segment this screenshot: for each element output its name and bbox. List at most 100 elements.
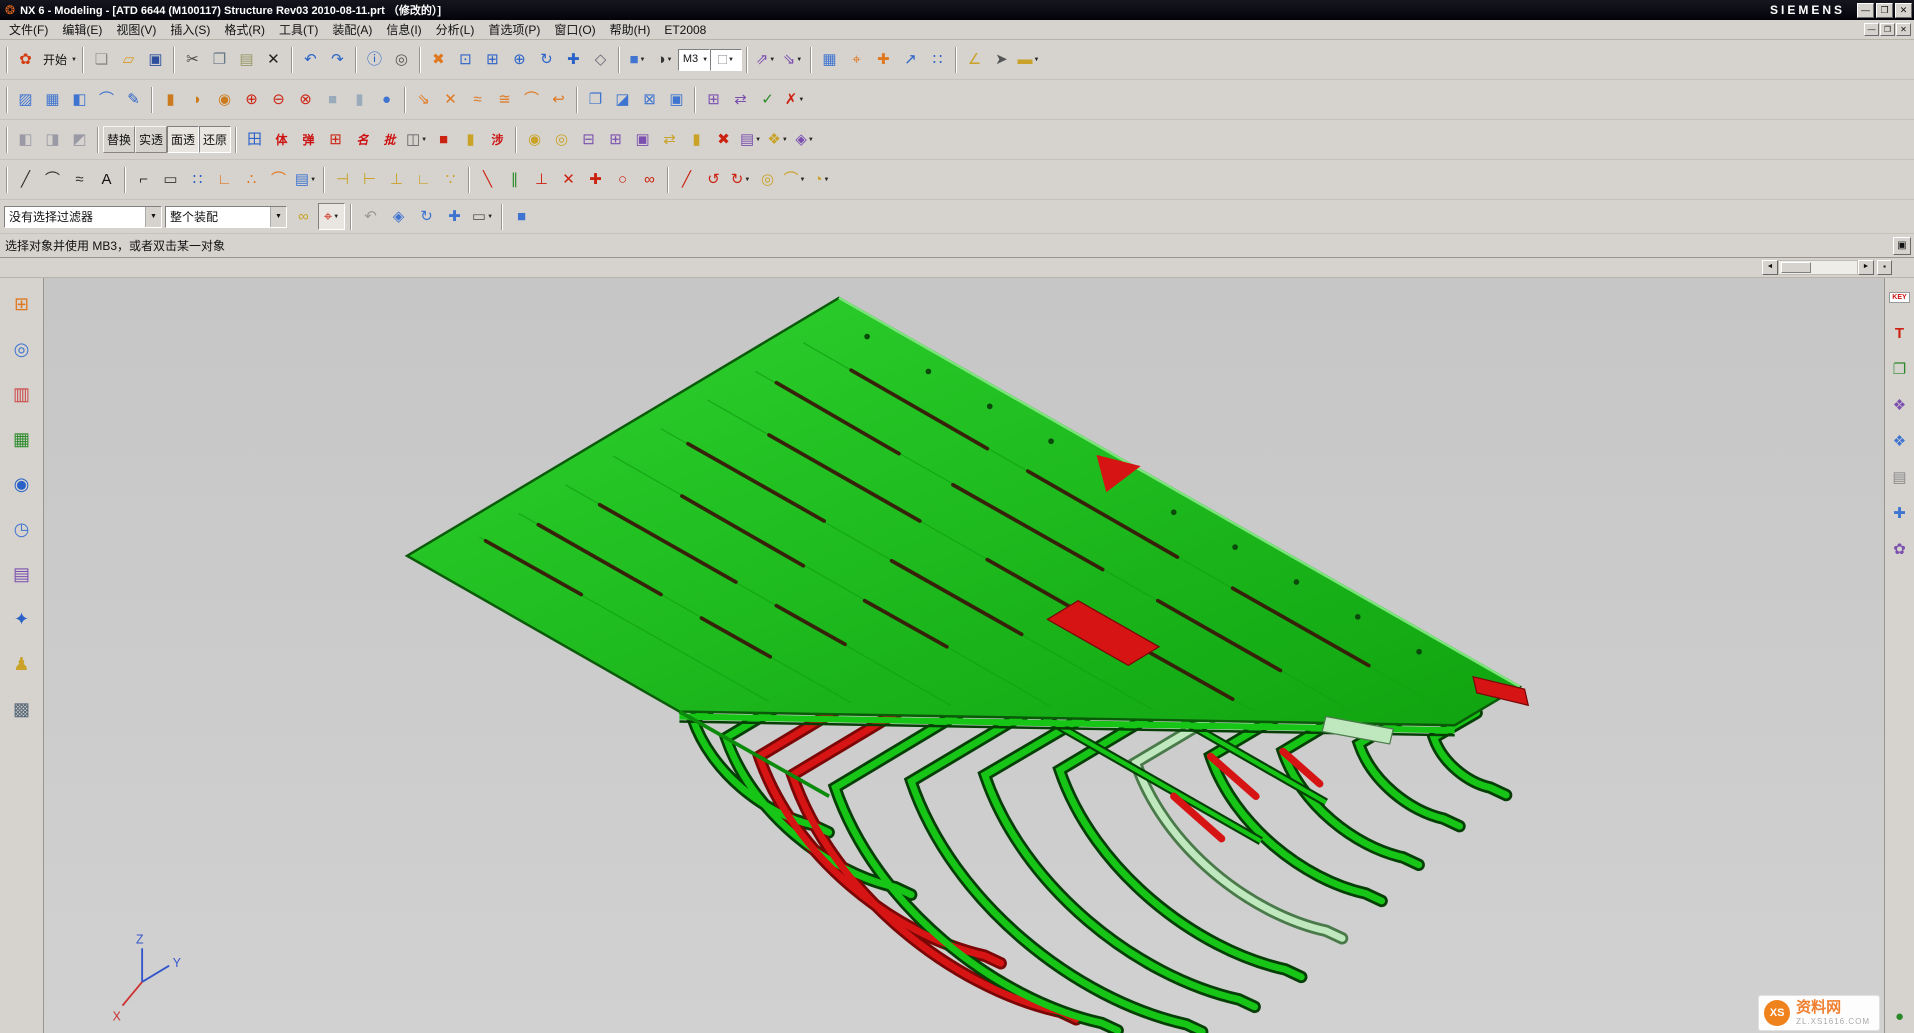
project-curve-button[interactable]: ⇘ bbox=[410, 86, 437, 113]
start-menu-button[interactable]: 开始▼ bbox=[39, 46, 78, 73]
delete-button[interactable]: ✕ bbox=[260, 46, 287, 73]
bridge-curve-button[interactable]: ⌒ bbox=[265, 166, 292, 193]
molecule-purple-icon[interactable]: ❖ bbox=[1888, 394, 1912, 416]
move-object-button[interactable]: ⇗▼ bbox=[752, 46, 779, 73]
mdi-close-button[interactable]: ✕ bbox=[1896, 23, 1911, 36]
freeform-shape-3-button[interactable]: ◩ bbox=[66, 126, 93, 153]
line-button[interactable]: ╱ bbox=[12, 166, 39, 193]
four-point-surface-button[interactable]: ▦ bbox=[39, 86, 66, 113]
web-browser-tab[interactable]: ◉ bbox=[7, 470, 37, 498]
arc-ccw-button[interactable]: ↺ bbox=[700, 166, 727, 193]
interference-button[interactable]: 涉 bbox=[484, 126, 511, 153]
arc-3pt-button[interactable]: ⌒▼ bbox=[781, 166, 808, 193]
scene-background-tab[interactable]: ▩ bbox=[7, 695, 37, 723]
graphics-viewport[interactable]: ZYX XS 资料网 ZL.XS1616.COM bbox=[44, 278, 1884, 1033]
menu-item-window[interactable]: 窗口(O) bbox=[547, 19, 602, 40]
point-constructor-button[interactable]: ∷ bbox=[924, 46, 951, 73]
menu-item-et2008[interactable]: ET2008 bbox=[657, 21, 713, 39]
circle-button[interactable]: ○ bbox=[609, 166, 636, 193]
make-corner-button[interactable]: ⊥ bbox=[383, 166, 410, 193]
menu-item-analysis[interactable]: 分析(L) bbox=[429, 19, 482, 40]
paste-button[interactable]: ▤ bbox=[233, 46, 260, 73]
quick-trim-button[interactable]: ⊣ bbox=[329, 166, 356, 193]
replace-button[interactable]: 替换 bbox=[103, 126, 135, 153]
render-style-button[interactable]: ◑▼ bbox=[651, 46, 678, 73]
selection-back-button[interactable]: ↶ bbox=[357, 203, 384, 230]
view-preset-box[interactable]: M3▼ bbox=[678, 49, 710, 71]
arc-3pt-button-dropdown-arrow-icon[interactable]: ▼ bbox=[800, 177, 806, 183]
tag-button[interactable]: ◫▼ bbox=[403, 126, 430, 153]
document-icon[interactable]: ▤ bbox=[1888, 466, 1912, 488]
cue-scrollbar[interactable]: ◄ ► bbox=[1762, 260, 1874, 275]
open-file-button[interactable]: ▱ bbox=[115, 46, 142, 73]
studio-surface-button[interactable]: ◧ bbox=[66, 86, 93, 113]
part-navigator-tab[interactable]: ▥ bbox=[7, 380, 37, 408]
join-curve-button[interactable]: ⌒ bbox=[518, 86, 545, 113]
arc-button[interactable]: ⌒ bbox=[39, 166, 66, 193]
wave-link-button-dropdown-arrow-icon[interactable]: ▼ bbox=[808, 137, 814, 143]
parallel-line-button[interactable]: ∥ bbox=[501, 166, 528, 193]
save-button[interactable]: ▣ bbox=[142, 46, 169, 73]
line-2pt-button[interactable]: ╲ bbox=[474, 166, 501, 193]
zoom-in-out-button[interactable]: ⊕ bbox=[506, 46, 533, 73]
minimize-button[interactable]: — bbox=[1857, 3, 1874, 18]
group-button-dropdown-arrow-icon[interactable]: ▼ bbox=[310, 177, 316, 183]
template-tool-icon[interactable]: T bbox=[1888, 322, 1912, 344]
selection-filter-arrow-icon[interactable]: ▼ bbox=[145, 207, 161, 227]
revolve-button[interactable]: ◗ bbox=[184, 86, 211, 113]
strip-corner-button[interactable]: ▪ bbox=[1877, 260, 1892, 275]
cut-button[interactable]: ✂ bbox=[179, 46, 206, 73]
marquee-select-button[interactable]: ▭▼ bbox=[469, 203, 496, 230]
rectangle-button[interactable]: ▭ bbox=[157, 166, 184, 193]
menu-item-edit[interactable]: 编辑(E) bbox=[55, 19, 109, 40]
restore-button[interactable]: 还原 bbox=[199, 126, 231, 153]
measure-ruler-button-dropdown-arrow-icon[interactable]: ▼ bbox=[1033, 57, 1039, 63]
pan-view-button[interactable]: ✚ bbox=[560, 46, 587, 73]
tag-button-dropdown-arrow-icon[interactable]: ▼ bbox=[421, 137, 427, 143]
edit-suppress-button[interactable]: ✓ bbox=[754, 86, 781, 113]
double-circle-button[interactable]: ∞ bbox=[636, 166, 663, 193]
solid-transparent-button[interactable]: 实透 bbox=[135, 126, 167, 153]
section-curve-button[interactable]: ≈ bbox=[464, 86, 491, 113]
arc-cw-button-dropdown-arrow-icon[interactable]: ▼ bbox=[744, 177, 750, 183]
block-button[interactable]: ■ bbox=[319, 86, 346, 113]
menu-item-file[interactable]: 文件(F) bbox=[2, 19, 55, 40]
constraint-navigator-tab[interactable]: ◎ bbox=[7, 335, 37, 363]
show-hide-button[interactable]: ✖ bbox=[425, 46, 452, 73]
menu-item-tools[interactable]: 工具(T) bbox=[272, 19, 325, 40]
object-info-button[interactable]: ⓘ bbox=[361, 46, 388, 73]
roles-tab[interactable]: ♟ bbox=[7, 650, 37, 678]
conic-button[interactable]: ◔▼ bbox=[808, 166, 835, 193]
nx-logo-button[interactable]: ✿ bbox=[12, 46, 39, 73]
thicken-button[interactable]: ▣ bbox=[663, 86, 690, 113]
vector-button[interactable]: ↗ bbox=[897, 46, 924, 73]
fit-view-button[interactable]: ⊡ bbox=[452, 46, 479, 73]
wave-link-button[interactable]: ◈▼ bbox=[791, 126, 818, 153]
mdi-restore-button[interactable]: ❐ bbox=[1880, 23, 1895, 36]
arc-cw-button[interactable]: ↻▼ bbox=[727, 166, 754, 193]
shaded-display-button-dropdown-arrow-icon[interactable]: ▼ bbox=[640, 57, 646, 63]
shaded-display-button[interactable]: ■▼ bbox=[624, 46, 651, 73]
conic-button-dropdown-arrow-icon[interactable]: ▼ bbox=[824, 177, 830, 183]
system-scenes-tab[interactable]: ▤ bbox=[7, 560, 37, 588]
wcs-orient-button[interactable]: ✚ bbox=[870, 46, 897, 73]
measure-angle-button[interactable]: ∠ bbox=[961, 46, 988, 73]
assembly-constraint-button-dropdown-arrow-icon[interactable]: ▼ bbox=[796, 57, 802, 63]
start-menu-button-dropdown-arrow-icon[interactable]: ▼ bbox=[71, 57, 77, 63]
scroll-right-button[interactable]: ► bbox=[1858, 260, 1874, 275]
component-cylinder-button[interactable]: ▮ bbox=[683, 126, 710, 153]
find-button[interactable]: ◎ bbox=[388, 46, 415, 73]
name-button[interactable]: 名 bbox=[349, 126, 376, 153]
selection-scope-dropdown[interactable]: 整个装配 ▼ bbox=[165, 206, 287, 228]
quick-extend-button[interactable]: ⊢ bbox=[356, 166, 383, 193]
wrap-curve-button[interactable]: ↩ bbox=[545, 86, 572, 113]
scrollbar-track[interactable] bbox=[1778, 260, 1858, 275]
trimmed-sheet-button[interactable]: ◪ bbox=[609, 86, 636, 113]
perpendicular-button[interactable]: ⊥ bbox=[528, 166, 555, 193]
point-mark-button[interactable]: ✚ bbox=[582, 166, 609, 193]
new-file-button[interactable]: ❏ bbox=[88, 46, 115, 73]
view-preset-box-dropdown-arrow-icon[interactable]: ▼ bbox=[702, 57, 708, 63]
hole-button[interactable]: ◉ bbox=[211, 86, 238, 113]
undo-button[interactable]: ↶ bbox=[297, 46, 324, 73]
scroll-left-button[interactable]: ◄ bbox=[1762, 260, 1778, 275]
